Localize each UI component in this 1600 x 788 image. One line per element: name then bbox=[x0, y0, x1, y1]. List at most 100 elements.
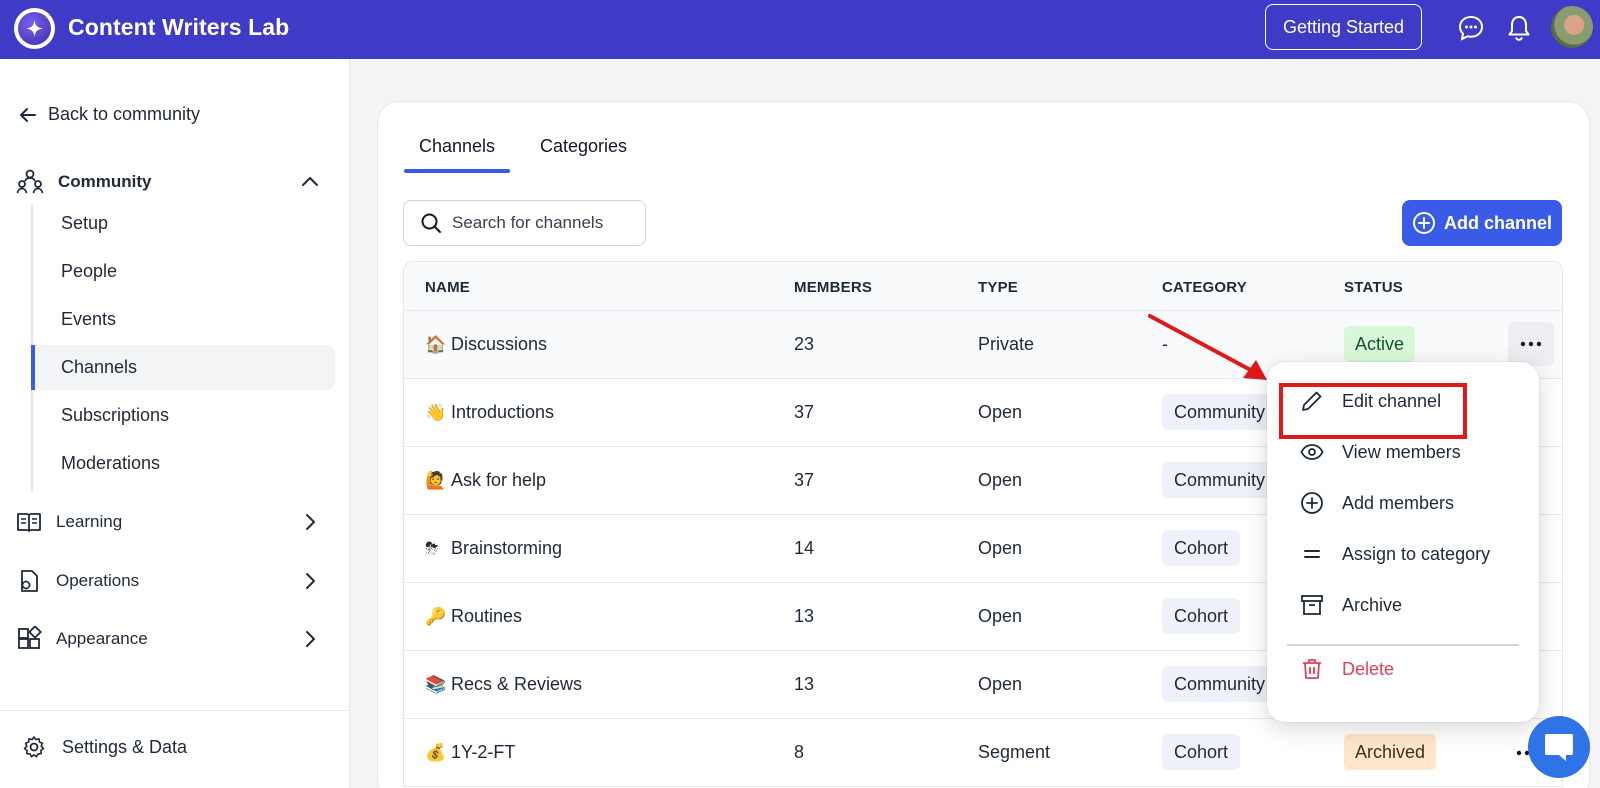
community-icon bbox=[16, 169, 44, 194]
channel-emoji: 🏠 bbox=[425, 335, 447, 355]
sidebar-item-subscriptions[interactable]: Subscriptions bbox=[31, 393, 335, 438]
category-chip: Community bbox=[1162, 394, 1278, 430]
channel-type: Open bbox=[978, 470, 1023, 490]
plus-circle-icon bbox=[1412, 212, 1435, 234]
tab-categories[interactable]: Categories bbox=[540, 136, 627, 172]
sidebar-community-label: Community bbox=[58, 172, 152, 191]
operations-icon bbox=[21, 570, 38, 592]
menu-label: Delete bbox=[1342, 658, 1395, 679]
channel-name-cell: 💰 1Y-2-FT bbox=[425, 742, 515, 763]
members-count: 23 bbox=[794, 334, 815, 354]
channel-type: Open bbox=[978, 674, 1023, 694]
more-options-button[interactable] bbox=[1508, 322, 1554, 366]
members-count: 8 bbox=[794, 742, 805, 762]
channel-name[interactable]: Introductions bbox=[451, 402, 554, 422]
menu-label: Archive bbox=[1342, 594, 1403, 615]
app-title[interactable]: Content Writers Lab bbox=[68, 14, 289, 41]
archive-box-icon bbox=[1301, 595, 1323, 615]
arrow-left-icon bbox=[20, 107, 36, 122]
bell-icon[interactable] bbox=[1504, 13, 1534, 43]
sidebar-learning-label: Learning bbox=[56, 512, 123, 531]
sidebar-section-community[interactable]: Community bbox=[16, 168, 318, 196]
menu-item-delete[interactable]: Delete bbox=[1267, 646, 1539, 692]
category-chip: Cohort bbox=[1162, 734, 1241, 770]
members-count: 37 bbox=[794, 402, 815, 422]
members-count: 13 bbox=[794, 674, 815, 694]
tab-channels[interactable]: Channels bbox=[403, 136, 511, 173]
sidebar-appearance-label: Appearance bbox=[56, 629, 148, 648]
channel-name-cell: 🔑 Routines bbox=[425, 606, 522, 627]
menu-label: View members bbox=[1342, 441, 1461, 462]
status-badge: Active bbox=[1344, 326, 1416, 362]
settings-label: Settings & Data bbox=[62, 736, 188, 757]
chat-icon[interactable] bbox=[1456, 13, 1486, 43]
channel-emoji: 🙋 bbox=[425, 471, 447, 491]
message-bubble-icon bbox=[1545, 734, 1573, 761]
channel-name-cell: 🏠 Discussions bbox=[425, 334, 547, 355]
back-to-community-link[interactable]: Back to community bbox=[18, 104, 200, 125]
members-count: 13 bbox=[794, 606, 815, 626]
menu-item-archive[interactable]: Archive bbox=[1267, 582, 1539, 628]
sidebar-section-learning[interactable]: Learning bbox=[16, 509, 315, 535]
sidebar-section-operations[interactable]: Operations bbox=[16, 568, 315, 594]
channel-name[interactable]: Discussions bbox=[451, 334, 547, 354]
search-channels[interactable] bbox=[403, 200, 646, 246]
members-count: 37 bbox=[794, 470, 815, 490]
annotation-highlight-box bbox=[1279, 383, 1467, 439]
add-channel-button[interactable]: Add channel bbox=[1402, 200, 1562, 246]
channel-name[interactable]: Recs & Reviews bbox=[451, 674, 582, 694]
support-chat-button[interactable] bbox=[1528, 716, 1590, 778]
channel-emoji: 🔑 bbox=[425, 607, 447, 627]
add-channel-label: Add channel bbox=[1443, 212, 1552, 233]
plus-circle-icon bbox=[1301, 492, 1323, 514]
sidebar-item-events[interactable]: Events bbox=[31, 297, 335, 342]
channel-emoji: 💰 bbox=[425, 743, 447, 763]
chevron-right-icon bbox=[306, 514, 315, 530]
column-header-type: TYPE bbox=[978, 279, 1018, 296]
channel-type: Segment bbox=[978, 742, 1051, 762]
category-chip: Cohort bbox=[1162, 530, 1241, 566]
column-header-name: NAME bbox=[425, 279, 470, 296]
chevron-up-icon[interactable] bbox=[300, 172, 320, 192]
sidebar-item-moderations[interactable]: Moderations bbox=[31, 441, 335, 486]
search-input[interactable] bbox=[452, 213, 632, 233]
settings-data-link[interactable]: Settings & Data bbox=[22, 735, 187, 759]
members-count: 14 bbox=[794, 538, 815, 558]
menu-item-add-members[interactable]: Add members bbox=[1267, 480, 1539, 526]
sidebar-item-setup[interactable]: Setup bbox=[31, 201, 335, 246]
sidebar-item-channels[interactable]: Channels bbox=[31, 345, 335, 390]
search-icon bbox=[421, 213, 441, 233]
channel-type: Private bbox=[978, 334, 1035, 354]
menu-label: Assign to category bbox=[1342, 543, 1491, 564]
channel-emoji: ⛈ bbox=[425, 539, 439, 559]
channel-name[interactable]: Brainstorming bbox=[451, 538, 562, 558]
chevron-right-icon bbox=[306, 631, 315, 647]
channel-name-cell: 📚 Recs & Reviews bbox=[425, 674, 582, 695]
getting-started-button[interactable]: Getting Started bbox=[1265, 4, 1422, 50]
app-logo[interactable] bbox=[14, 8, 55, 49]
annotation-arrow bbox=[1148, 314, 1267, 380]
table-row[interactable]: 💰 1Y-2-FT 8 Segment Cohort Archived bbox=[403, 719, 1563, 787]
menu-item-assign-category[interactable]: Assign to category bbox=[1267, 531, 1539, 577]
gear-icon bbox=[23, 736, 45, 758]
menu-label: Add members bbox=[1342, 492, 1455, 513]
trash-icon bbox=[1303, 659, 1321, 679]
eye-icon bbox=[1300, 444, 1324, 460]
book-icon bbox=[17, 513, 41, 532]
channel-type: Open bbox=[978, 538, 1023, 558]
sidebar-item-people[interactable]: People bbox=[31, 249, 335, 294]
channel-type: Open bbox=[978, 402, 1023, 422]
sidebar: Back to community Community Setup People… bbox=[0, 59, 350, 788]
column-header-members: MEMBERS bbox=[794, 279, 873, 296]
category-chip: Community bbox=[1162, 462, 1278, 498]
user-avatar[interactable] bbox=[1551, 6, 1593, 48]
status-badge: Archived bbox=[1344, 734, 1437, 770]
channel-name[interactable]: Routines bbox=[451, 606, 522, 626]
column-header-status: STATUS bbox=[1344, 279, 1403, 296]
channel-name[interactable]: 1Y-2-FT bbox=[451, 742, 515, 762]
ellipsis-icon bbox=[1520, 341, 1542, 347]
channel-name[interactable]: Ask for help bbox=[451, 470, 546, 490]
back-label: Back to community bbox=[48, 104, 201, 124]
top-bar: Content Writers Lab Getting Started bbox=[0, 0, 1600, 59]
sidebar-section-appearance[interactable]: Appearance bbox=[16, 626, 315, 652]
